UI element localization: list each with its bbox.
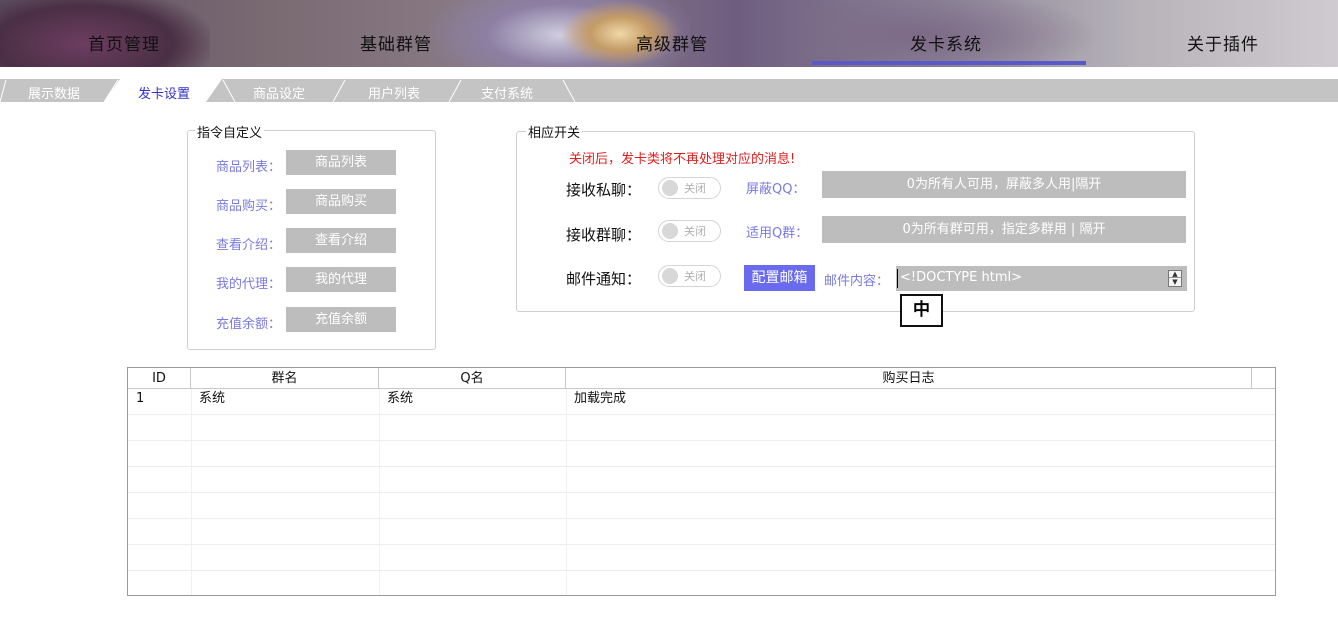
table-row (128, 493, 1275, 519)
nav-advanced-group[interactable]: 高级群管 (636, 30, 708, 55)
spinner-down-icon[interactable]: ▼ (1169, 279, 1181, 286)
nav-card-system[interactable]: 发卡系统 (910, 30, 982, 55)
mail-notify-label: 邮件通知： (566, 270, 642, 288)
tab-divider (562, 79, 576, 102)
switches-group-title: 相应开关 (526, 122, 583, 141)
table-row (128, 545, 1275, 571)
private-chat-label: 接收私聊： (566, 181, 642, 199)
tab-product-settings[interactable]: 商品设定 (253, 83, 305, 102)
toggle-knob (662, 268, 678, 284)
table-row (128, 441, 1275, 467)
toggle-state-text: 关闭 (684, 182, 706, 195)
switches-warning: 关闭后，发卡类将不再处理对应的消息! (569, 152, 796, 167)
table-header: ID 群名 Q名 购买日志 (128, 368, 1275, 389)
toggle-knob (662, 180, 678, 196)
group-chat-toggle[interactable]: 关闭 (658, 220, 721, 242)
cmd-input-my-agent[interactable]: 我的代理 (286, 267, 396, 292)
tab-card-settings[interactable]: 发卡设置 (138, 83, 190, 102)
applicable-group-label: 适用Q群： (746, 226, 809, 241)
cmd-input-product-buy[interactable]: 商品购买 (286, 189, 396, 214)
column-header-purchase-log[interactable]: 购买日志 (566, 368, 1252, 389)
table-row (128, 467, 1275, 493)
cmd-input-recharge[interactable]: 充值余额 (286, 307, 396, 332)
table-row[interactable]: 1 系统 系统 加载完成 (128, 389, 1275, 415)
ime-indicator: 中 (900, 294, 943, 327)
nav-about-plugin[interactable]: 关于插件 (1187, 30, 1259, 55)
tab-divider (0, 79, 7, 102)
cmd-input-product-list[interactable]: 商品列表 (286, 150, 396, 175)
column-header-group-name[interactable]: 群名 (191, 368, 379, 389)
mail-content-label: 邮件内容： (824, 274, 890, 289)
tab-divider (332, 79, 346, 102)
mail-content-spinner[interactable]: ▲ ▼ (1168, 270, 1182, 287)
table-row (128, 571, 1275, 595)
group-chat-label: 接收群聊： (566, 226, 642, 244)
commands-group-title: 指令自定义 (195, 122, 265, 141)
tab-divider (222, 79, 236, 102)
spinner-up-icon[interactable]: ▲ (1169, 271, 1181, 278)
nav-basic-group[interactable]: 基础群管 (360, 30, 432, 55)
tab-payment-system[interactable]: 支付系统 (481, 83, 533, 102)
column-header-id[interactable]: ID (128, 368, 191, 389)
block-qq-input[interactable]: 0为所有人可用，屏蔽多人用|隔开 (822, 171, 1186, 198)
cell-id: 1 (136, 391, 145, 406)
toggle-knob (662, 223, 678, 239)
block-qq-label: 屏蔽QQ： (746, 182, 806, 197)
cell-q-name: 系统 (387, 391, 414, 406)
mail-content-input[interactable]: <!DOCTYPE html> (896, 266, 1187, 291)
nav-active-indicator (812, 61, 1086, 65)
table-row (128, 519, 1275, 545)
text-caret (897, 269, 898, 288)
cell-purchase-log: 加载完成 (574, 391, 627, 406)
toggle-state-text: 关闭 (684, 225, 706, 238)
toggle-state-text: 关闭 (684, 270, 706, 283)
tab-display-data[interactable]: 展示数据 (28, 83, 80, 102)
nav-home[interactable]: 首页管理 (88, 30, 160, 55)
mail-notify-toggle[interactable]: 关闭 (658, 265, 721, 287)
column-header-q-name[interactable]: Q名 (379, 368, 566, 389)
cmd-label-product-buy: 商品购买： (216, 199, 282, 214)
private-chat-toggle[interactable]: 关闭 (658, 177, 721, 199)
tab-divider (448, 79, 462, 102)
tab-user-list[interactable]: 用户列表 (368, 83, 420, 102)
tab-shapes (0, 79, 576, 102)
sub-tab-bar (0, 79, 1338, 102)
table-row (128, 415, 1275, 441)
mail-content-value: <!DOCTYPE html> (900, 270, 1022, 285)
cmd-label-recharge: 充值余额： (216, 317, 282, 332)
purchase-log-table[interactable]: ID 群名 Q名 购买日志 1 系统 系统 加载完成 (127, 367, 1276, 596)
cell-group-name: 系统 (199, 391, 226, 406)
cmd-label-product-list: 商品列表： (216, 160, 282, 175)
cmd-label-my-agent: 我的代理： (216, 277, 282, 292)
config-mailbox-button[interactable]: 配置邮箱 (744, 265, 815, 291)
cmd-input-view-intro[interactable]: 查看介绍 (286, 228, 396, 253)
applicable-group-input[interactable]: 0为所有群可用，指定多群用 | 隔开 (822, 216, 1186, 243)
cmd-label-view-intro: 查看介绍： (216, 238, 282, 253)
